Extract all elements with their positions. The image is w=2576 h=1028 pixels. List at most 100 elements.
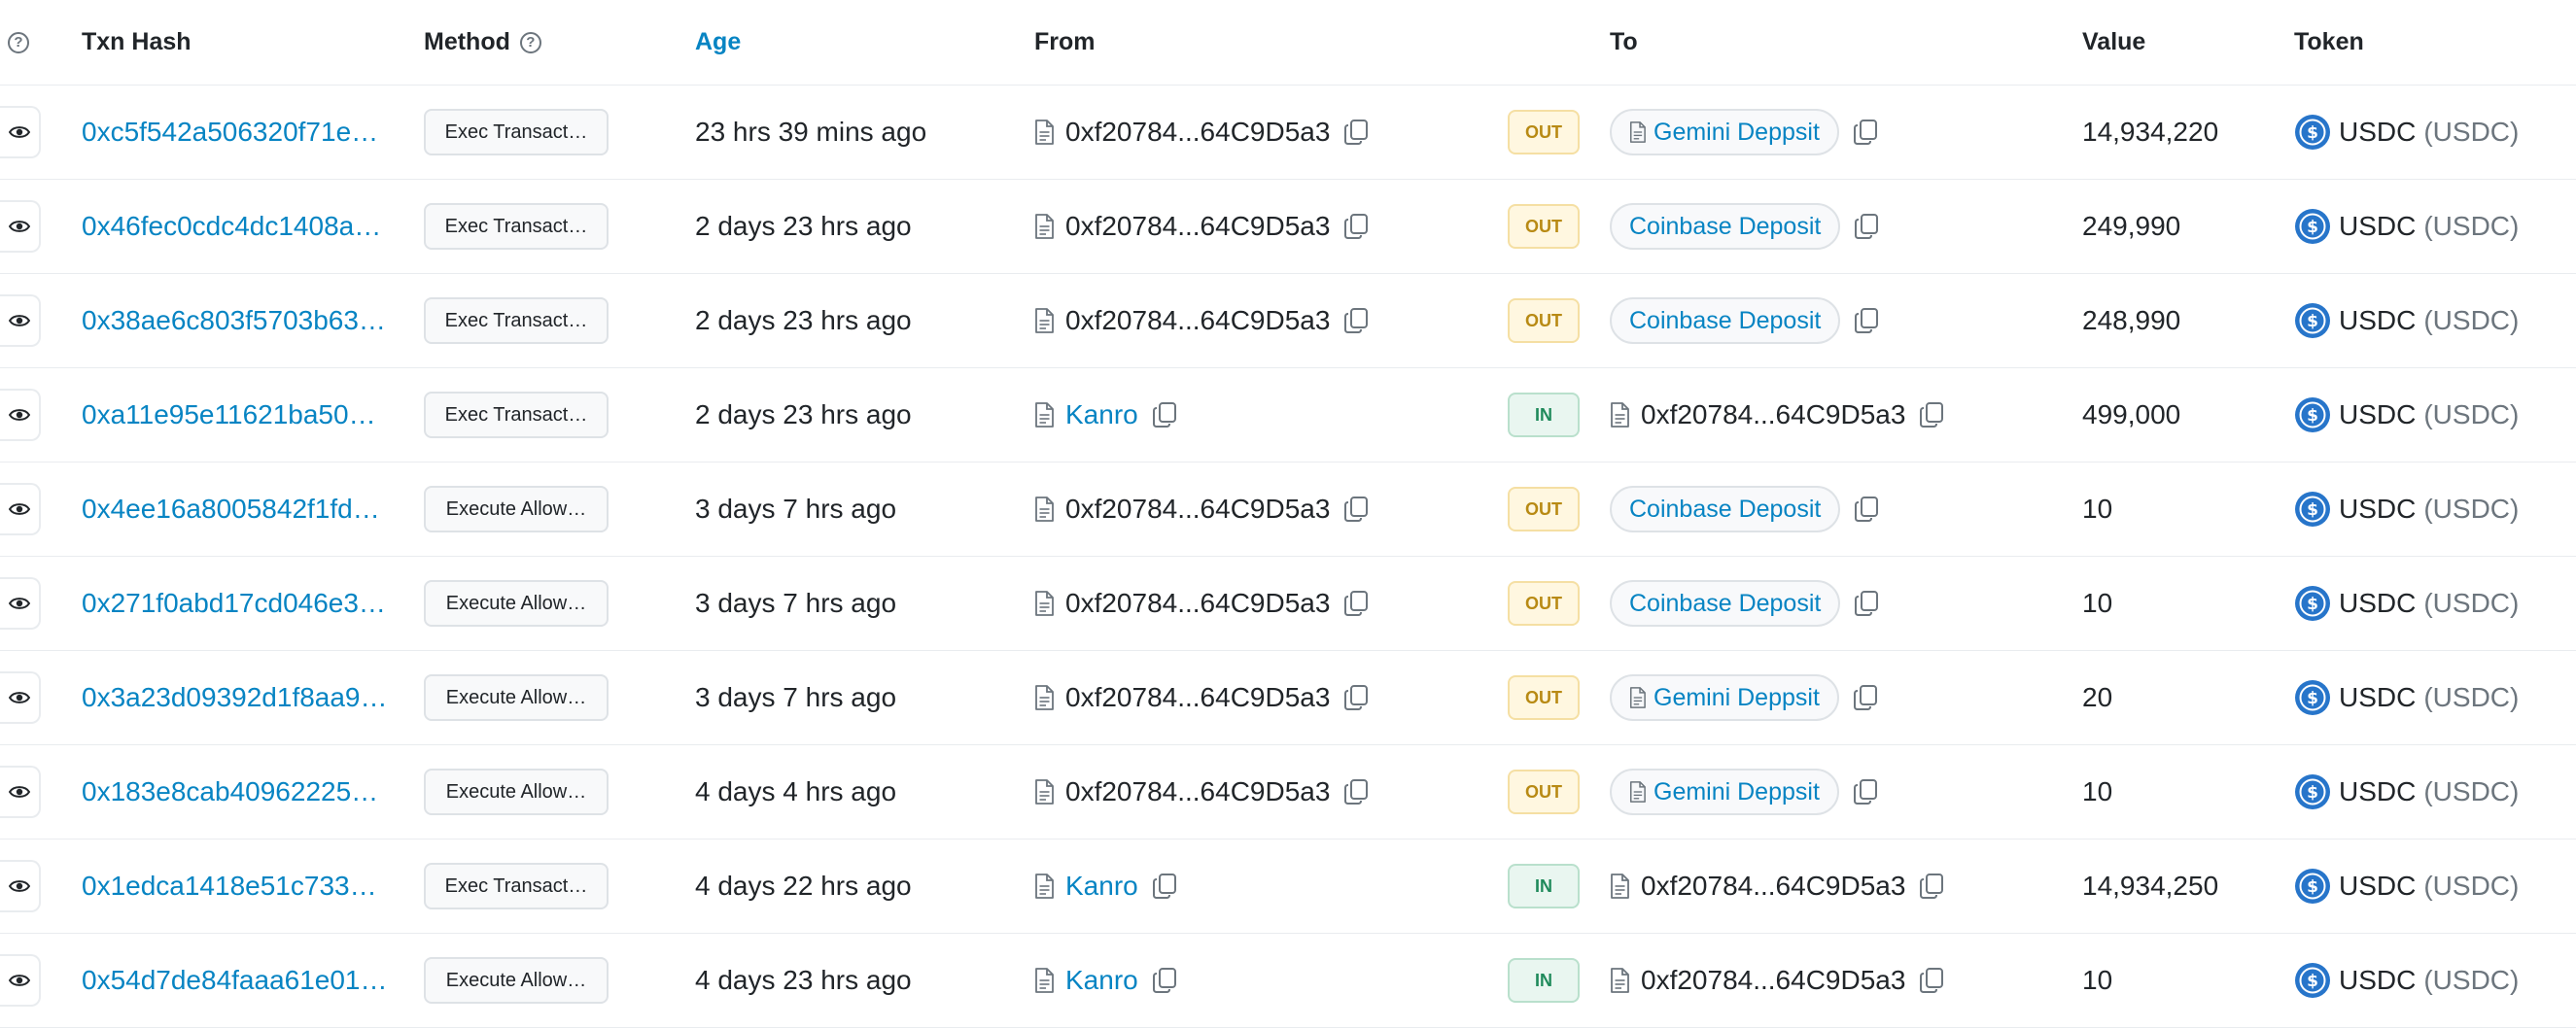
to-address-text[interactable]: 0xf20784...64C9D5a3 <box>1641 871 1905 902</box>
txn-hash-link[interactable]: 0x271f0abd17cd046e3… <box>82 588 386 619</box>
method-badge[interactable]: Execute Allow… <box>424 674 609 721</box>
from-address-text[interactable]: Kanro <box>1065 965 1138 996</box>
to-address-pill[interactable]: Coinbase Deposit <box>1610 297 1841 344</box>
copy-icon[interactable] <box>1854 590 1879 617</box>
to-address[interactable]: 0xf20784...64C9D5a3 <box>1610 399 1944 430</box>
token-link[interactable]: $ USDC (USDC) <box>2294 396 2519 433</box>
to-address-text[interactable]: 0xf20784...64C9D5a3 <box>1641 965 1905 996</box>
txn-hash-link[interactable]: 0x3a23d09392d1f8aa9… <box>82 682 388 713</box>
to-address[interactable]: Coinbase Deposit <box>1610 297 1879 344</box>
from-address-text[interactable]: 0xf20784...64C9D5a3 <box>1065 682 1330 713</box>
copy-icon[interactable] <box>1343 778 1369 805</box>
copy-icon[interactable] <box>1919 967 1944 994</box>
help-icon[interactable]: ? <box>8 31 29 53</box>
txn-hash-link[interactable]: 0x54d7de84faaa61e01… <box>82 965 388 996</box>
token-name[interactable]: USDC <box>2339 399 2416 430</box>
method-badge[interactable]: Execute Allow… <box>424 580 609 627</box>
to-address-pill[interactable]: Coinbase Deposit <box>1610 203 1841 250</box>
from-address-text[interactable]: 0xf20784...64C9D5a3 <box>1065 211 1330 242</box>
from-address[interactable]: Kanro <box>1034 399 1177 430</box>
from-address[interactable]: 0xf20784...64C9D5a3 <box>1034 211 1369 242</box>
from-address[interactable]: 0xf20784...64C9D5a3 <box>1034 682 1369 713</box>
token-link[interactable]: $ USDC (USDC) <box>2294 491 2519 528</box>
to-address-text[interactable]: Gemini Deppsit <box>1654 778 1820 806</box>
txn-hash-link[interactable]: 0x46fec0cdc4dc1408a… <box>82 211 381 242</box>
from-address[interactable]: Kanro <box>1034 965 1177 996</box>
copy-icon[interactable] <box>1854 213 1879 240</box>
copy-icon[interactable] <box>1853 778 1878 805</box>
copy-icon[interactable] <box>1343 496 1369 523</box>
from-address[interactable]: 0xf20784...64C9D5a3 <box>1034 305 1369 336</box>
to-address-pill[interactable]: Gemini Deppsit <box>1610 769 1839 815</box>
view-details-button[interactable] <box>0 200 41 253</box>
view-details-button[interactable] <box>0 954 41 1007</box>
to-address-pill[interactable]: Gemini Deppsit <box>1610 674 1839 721</box>
to-address-pill[interactable]: Coinbase Deposit <box>1610 486 1841 532</box>
to-address-pill[interactable]: Gemini Deppsit <box>1610 109 1839 155</box>
token-symbol[interactable]: (USDC) <box>2423 494 2519 525</box>
method-badge[interactable]: Execute Allow… <box>424 957 609 1004</box>
from-address-text[interactable]: Kanro <box>1065 399 1138 430</box>
copy-icon[interactable] <box>1343 590 1369 617</box>
token-symbol[interactable]: (USDC) <box>2423 588 2519 619</box>
from-address-text[interactable]: 0xf20784...64C9D5a3 <box>1065 776 1330 807</box>
header-age-label[interactable]: Age <box>695 28 741 56</box>
token-link[interactable]: $ USDC (USDC) <box>2294 962 2519 999</box>
from-address[interactable]: 0xf20784...64C9D5a3 <box>1034 776 1369 807</box>
token-name[interactable]: USDC <box>2339 117 2416 148</box>
to-address[interactable]: Coinbase Deposit <box>1610 486 1879 532</box>
method-badge[interactable]: Exec Transact… <box>424 109 609 155</box>
copy-icon[interactable] <box>1919 873 1944 900</box>
token-symbol[interactable]: (USDC) <box>2423 399 2519 430</box>
token-symbol[interactable]: (USDC) <box>2423 117 2519 148</box>
token-link[interactable]: $ USDC (USDC) <box>2294 868 2519 905</box>
token-symbol[interactable]: (USDC) <box>2423 871 2519 902</box>
from-address-text[interactable]: 0xf20784...64C9D5a3 <box>1065 588 1330 619</box>
token-link[interactable]: $ USDC (USDC) <box>2294 773 2519 810</box>
txn-hash-link[interactable]: 0xc5f542a506320f71e… <box>82 117 378 148</box>
token-link[interactable]: $ USDC (USDC) <box>2294 114 2519 151</box>
to-address-text[interactable]: Coinbase Deposit <box>1629 307 1821 335</box>
txn-hash-link[interactable]: 0xa11e95e11621ba50… <box>82 399 376 430</box>
token-link[interactable]: $ USDC (USDC) <box>2294 208 2519 245</box>
token-name[interactable]: USDC <box>2339 305 2416 336</box>
token-symbol[interactable]: (USDC) <box>2423 682 2519 713</box>
token-link[interactable]: $ USDC (USDC) <box>2294 302 2519 339</box>
to-address[interactable]: 0xf20784...64C9D5a3 <box>1610 871 1944 902</box>
token-symbol[interactable]: (USDC) <box>2423 211 2519 242</box>
to-address[interactable]: Coinbase Deposit <box>1610 203 1879 250</box>
to-address-text[interactable]: 0xf20784...64C9D5a3 <box>1641 399 1905 430</box>
view-details-button[interactable] <box>0 860 41 912</box>
from-address-text[interactable]: 0xf20784...64C9D5a3 <box>1065 494 1330 525</box>
from-address[interactable]: 0xf20784...64C9D5a3 <box>1034 494 1369 525</box>
txn-hash-link[interactable]: 0x183e8cab40962225… <box>82 776 378 807</box>
token-link[interactable]: $ USDC (USDC) <box>2294 585 2519 622</box>
copy-icon[interactable] <box>1343 213 1369 240</box>
from-address[interactable]: Kanro <box>1034 871 1177 902</box>
view-details-button[interactable] <box>0 106 41 158</box>
from-address-text[interactable]: Kanro <box>1065 871 1138 902</box>
to-address-text[interactable]: Coinbase Deposit <box>1629 496 1821 524</box>
token-name[interactable]: USDC <box>2339 588 2416 619</box>
copy-icon[interactable] <box>1854 496 1879 523</box>
copy-icon[interactable] <box>1854 307 1879 334</box>
token-symbol[interactable]: (USDC) <box>2423 965 2519 996</box>
token-symbol[interactable]: (USDC) <box>2423 776 2519 807</box>
from-address-text[interactable]: 0xf20784...64C9D5a3 <box>1065 305 1330 336</box>
to-address[interactable]: 0xf20784...64C9D5a3 <box>1610 965 1944 996</box>
token-symbol[interactable]: (USDC) <box>2423 305 2519 336</box>
token-link[interactable]: $ USDC (USDC) <box>2294 679 2519 716</box>
token-name[interactable]: USDC <box>2339 494 2416 525</box>
copy-icon[interactable] <box>1152 967 1177 994</box>
copy-icon[interactable] <box>1152 873 1177 900</box>
copy-icon[interactable] <box>1853 119 1878 146</box>
view-details-button[interactable] <box>0 294 41 347</box>
from-address[interactable]: 0xf20784...64C9D5a3 <box>1034 117 1369 148</box>
to-address-text[interactable]: Gemini Deppsit <box>1654 119 1820 147</box>
view-details-button[interactable] <box>0 577 41 630</box>
view-details-button[interactable] <box>0 389 41 441</box>
copy-icon[interactable] <box>1343 684 1369 711</box>
to-address[interactable]: Coinbase Deposit <box>1610 580 1879 627</box>
token-name[interactable]: USDC <box>2339 776 2416 807</box>
to-address[interactable]: Gemini Deppsit <box>1610 109 1878 155</box>
